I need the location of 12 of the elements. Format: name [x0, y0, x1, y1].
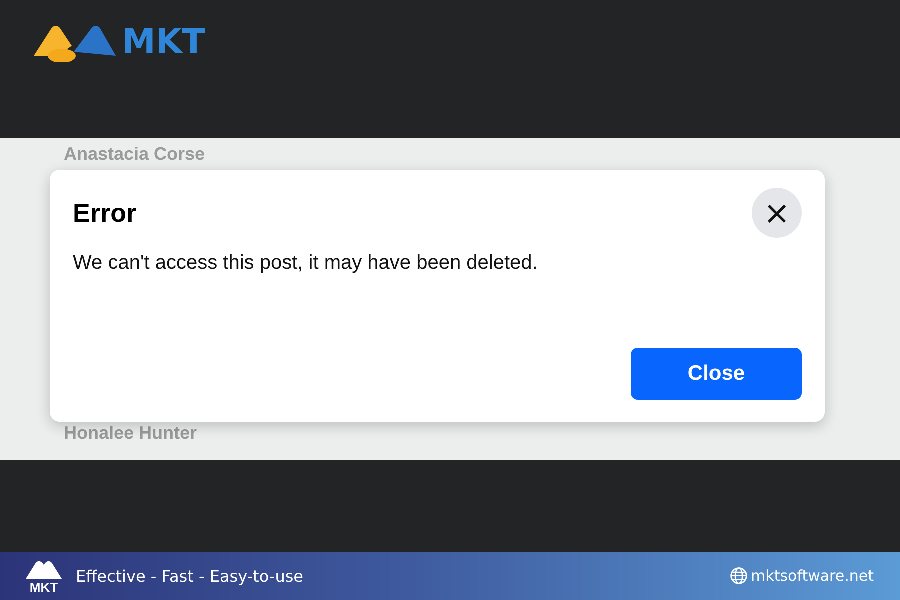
logo-text: MKT [122, 22, 206, 62]
close-button[interactable]: × [752, 188, 802, 238]
logo-icon [24, 558, 64, 580]
website-link[interactable]: mktsoftware.net [751, 567, 874, 585]
slogan: Effective - Fast - Easy-to-use [76, 566, 304, 586]
close-dialog-button[interactable]: Close [631, 348, 802, 400]
background-name: Anastacia Corse [64, 144, 206, 165]
logo-text: MKT [30, 580, 58, 594]
globe-icon [730, 567, 748, 585]
background-name: Honalee Hunter [64, 423, 198, 444]
dialog-message: We can't access this post, it may have been deleted. [73, 252, 538, 275]
dialog-title: Error [73, 198, 137, 228]
